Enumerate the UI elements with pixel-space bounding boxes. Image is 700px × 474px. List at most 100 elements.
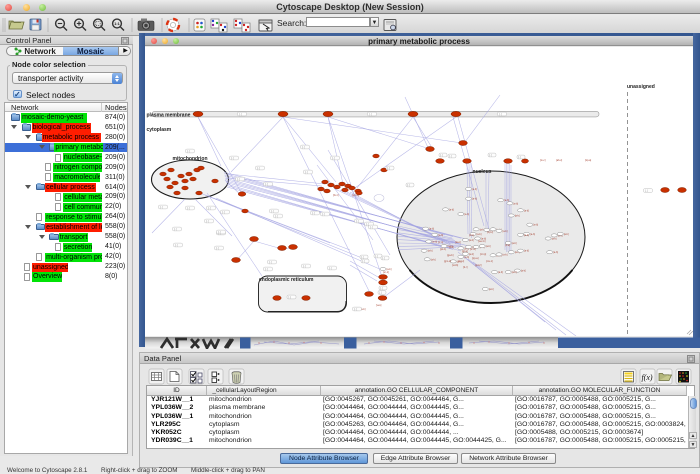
svg-text:[mt-x]: [mt-x] bbox=[458, 260, 465, 263]
svg-text:endoplasmic reticulum: endoplasmic reticulum bbox=[259, 277, 314, 283]
svg-text:[a-b]: [a-b] bbox=[428, 250, 433, 253]
svg-text:[tv-c]: [tv-c] bbox=[540, 159, 546, 162]
svg-text:[..]: [..] bbox=[265, 268, 268, 271]
svg-text:[a-b]: [a-b] bbox=[472, 188, 477, 191]
svg-text:[a-b]: [a-b] bbox=[498, 271, 503, 274]
svg-text:[..]: [..] bbox=[303, 265, 306, 268]
svg-text:[..]: [..] bbox=[187, 150, 190, 153]
svg-text:[tt-r]: [tt-r] bbox=[463, 266, 468, 269]
svg-text:[a-b]: [a-b] bbox=[486, 245, 491, 248]
svg-text:[a-b]: [a-b] bbox=[503, 230, 508, 233]
svg-text:[gt-a]: [gt-a] bbox=[462, 250, 468, 253]
svg-text:[qd-2]: [qd-2] bbox=[475, 264, 482, 267]
svg-text:[..]: [..] bbox=[160, 206, 163, 209]
svg-text:[aa-t]: [aa-t] bbox=[455, 241, 461, 244]
svg-text:[..]: [..] bbox=[187, 207, 190, 210]
svg-text:[..]: [..] bbox=[361, 256, 364, 259]
svg-text:cytoplasm: cytoplasm bbox=[147, 127, 172, 133]
svg-text:[..]: [..] bbox=[271, 210, 274, 213]
svg-text:[..]: [..] bbox=[369, 113, 372, 116]
svg-text:[a-b]: [a-b] bbox=[524, 250, 529, 253]
svg-text:[rr-s]: [rr-s] bbox=[438, 241, 443, 244]
svg-text:[..]: [..] bbox=[175, 244, 178, 247]
svg-text:[ga-b]: [ga-b] bbox=[447, 254, 454, 257]
svg-text:[..]: [..] bbox=[354, 308, 357, 311]
svg-text:[a-b]: [a-b] bbox=[489, 288, 494, 291]
svg-text:[kp-a]: [kp-a] bbox=[585, 159, 592, 162]
svg-text:[..]: [..] bbox=[362, 260, 365, 263]
svg-text:[a-b]: [a-b] bbox=[530, 233, 535, 236]
svg-text:[a-b]: [a-b] bbox=[521, 270, 526, 273]
svg-text:unassigned: unassigned bbox=[627, 84, 655, 90]
svg-text:[a-b]: [a-b] bbox=[432, 240, 437, 243]
svg-text:[..]: [..] bbox=[332, 157, 335, 160]
svg-text:[a-b]: [a-b] bbox=[469, 253, 474, 256]
svg-text:[..]: [..] bbox=[322, 213, 325, 216]
svg-text:[pm-a]: [pm-a] bbox=[352, 194, 359, 197]
svg-text:[a-b]: [a-b] bbox=[503, 253, 508, 256]
svg-text:[a-b]: [a-b] bbox=[564, 233, 569, 236]
svg-text:[..]: [..] bbox=[231, 157, 234, 160]
svg-text:plasma membrane: plasma membrane bbox=[147, 112, 191, 118]
svg-text:[ml-p]: [ml-p] bbox=[480, 253, 487, 256]
svg-text:[..]: [..] bbox=[499, 113, 502, 116]
svg-text:[..]: [..] bbox=[218, 231, 221, 234]
svg-text:[a-b]: [a-b] bbox=[513, 202, 518, 205]
svg-text:[a-b]: [a-b] bbox=[472, 198, 477, 201]
svg-text:[pol]: [pol] bbox=[449, 246, 454, 249]
svg-text:[ab-x]: [ab-x] bbox=[556, 159, 563, 162]
svg-text:[..]: [..] bbox=[440, 154, 443, 157]
svg-text:[a-b]: [a-b] bbox=[469, 239, 474, 242]
svg-text:[a-b]: [a-b] bbox=[524, 209, 529, 212]
svg-text:[tr-m]: [tr-m] bbox=[470, 248, 476, 251]
svg-text:[sec-b]: [sec-b] bbox=[478, 240, 486, 243]
svg-text:[..]: [..] bbox=[275, 215, 278, 218]
svg-text:[sd-b]: [sd-b] bbox=[452, 264, 459, 267]
svg-text:[a-b]: [a-b] bbox=[464, 213, 469, 216]
svg-text:[..]: [..] bbox=[257, 167, 260, 170]
svg-text:nucleus: nucleus bbox=[473, 169, 492, 175]
svg-text:[pp-a]: [pp-a] bbox=[472, 257, 479, 260]
svg-text:[a-b]: [a-b] bbox=[552, 237, 557, 240]
svg-text:[..]: [..] bbox=[237, 178, 240, 181]
svg-text:[..]: [..] bbox=[518, 156, 521, 159]
svg-text:[..]: [..] bbox=[216, 247, 219, 250]
svg-text:[..]: [..] bbox=[312, 212, 315, 215]
svg-text:[..]: [..] bbox=[289, 296, 292, 299]
svg-text:[..]: [..] bbox=[222, 211, 225, 214]
svg-text:[..]: [..] bbox=[382, 257, 385, 260]
svg-text:[..]: [..] bbox=[375, 255, 378, 258]
svg-text:[a-b]: [a-b] bbox=[524, 234, 529, 237]
svg-text:[gm-2]: [gm-2] bbox=[444, 260, 451, 263]
svg-text:[a-b]: [a-b] bbox=[512, 242, 517, 245]
svg-text:[a-b]: [a-b] bbox=[512, 271, 517, 274]
svg-text:[..]: [..] bbox=[380, 287, 383, 290]
svg-text:[..]: [..] bbox=[208, 207, 211, 210]
svg-text:[..]: [..] bbox=[356, 220, 359, 223]
svg-text:[..]: [..] bbox=[407, 184, 410, 187]
svg-text:[..]: [..] bbox=[645, 189, 648, 192]
svg-text:[..]: [..] bbox=[370, 226, 373, 229]
svg-text:[..]: [..] bbox=[489, 154, 492, 157]
svg-text:[..]: [..] bbox=[265, 183, 268, 186]
svg-text:[a-b]: [a-b] bbox=[449, 208, 454, 211]
svg-text:[..]: [..] bbox=[269, 261, 272, 264]
svg-text:[er-1]: [er-1] bbox=[383, 271, 389, 274]
svg-text:[a-b]: [a-b] bbox=[477, 233, 482, 236]
svg-text:[..]: [..] bbox=[305, 171, 308, 174]
svg-text:[ves]: [ves] bbox=[376, 304, 382, 307]
svg-text:[a-b]: [a-b] bbox=[438, 234, 443, 237]
svg-text:[..]: [..] bbox=[174, 228, 177, 231]
svg-text:[orc]: [orc] bbox=[469, 234, 474, 237]
svg-text:[..]: [..] bbox=[239, 113, 242, 116]
svg-text:[cw-1]: [cw-1] bbox=[486, 260, 493, 263]
svg-text:[..]: [..] bbox=[206, 220, 209, 223]
svg-text:1:1: 1:1 bbox=[114, 22, 120, 26]
svg-text:[a-b]: [a-b] bbox=[553, 251, 558, 254]
svg-text:[..]: [..] bbox=[329, 267, 332, 270]
svg-text:[a-b]: [a-b] bbox=[533, 224, 538, 227]
svg-text:[hx-t]: [hx-t] bbox=[333, 194, 339, 197]
svg-text:[pk-1]: [pk-1] bbox=[440, 248, 447, 251]
svg-text:[a-b]: [a-b] bbox=[515, 214, 520, 217]
svg-text:mitochondrion: mitochondrion bbox=[173, 156, 208, 162]
